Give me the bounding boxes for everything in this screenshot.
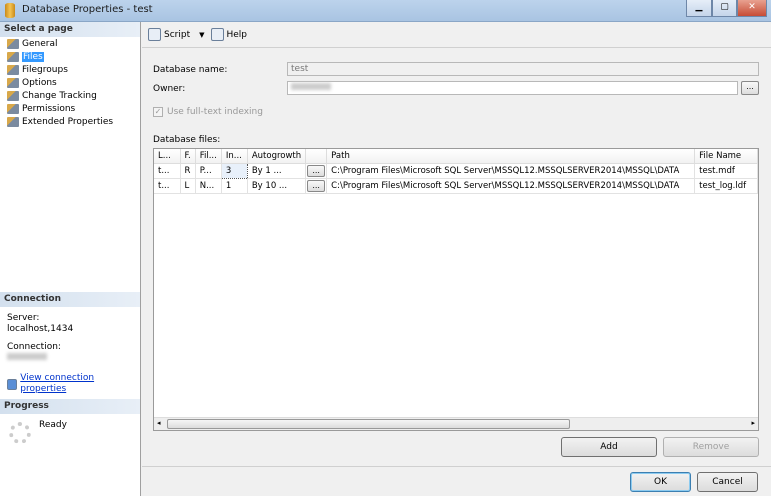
col-file-name[interactable]: File Name bbox=[694, 149, 758, 164]
page-change-tracking[interactable]: Change Tracking bbox=[0, 89, 140, 102]
page-icon bbox=[7, 77, 19, 88]
database-files-label: Database files: bbox=[153, 135, 221, 145]
connection-header: Connection bbox=[0, 292, 140, 307]
connection-properties-icon bbox=[7, 378, 18, 390]
table-row[interactable]: t... R P... 3 By 1 ... ... C:\Program Fi… bbox=[154, 162, 758, 179]
cell-file-type[interactable]: L bbox=[180, 178, 196, 194]
horizontal-scrollbar[interactable]: ◂ ▸ bbox=[154, 417, 758, 430]
files-page: Database name: test Owner: ... ✓ Use full… bbox=[142, 48, 771, 466]
cell-autogrowth[interactable]: By 10 ... bbox=[247, 178, 307, 194]
cell-file-name[interactable]: test_log.ldf bbox=[694, 178, 758, 194]
cell-logical-name[interactable]: t... bbox=[154, 178, 181, 194]
owner-value-redacted bbox=[291, 83, 331, 90]
connection-label: Connection: bbox=[7, 342, 61, 352]
page-icon bbox=[7, 90, 19, 101]
page-extended-properties[interactable]: Extended Properties bbox=[0, 115, 140, 128]
minimize-button[interactable]: ▁ bbox=[686, 0, 712, 17]
page-icon bbox=[7, 51, 19, 62]
remove-button[interactable]: Remove bbox=[663, 437, 759, 457]
cell-filegroup[interactable]: P... bbox=[195, 163, 222, 179]
maximize-button[interactable]: ▢ bbox=[712, 0, 737, 17]
script-icon bbox=[148, 28, 161, 41]
server-value: localhost,1434 bbox=[7, 324, 74, 334]
close-button[interactable]: ✕ bbox=[737, 0, 767, 17]
dialog-footer: OK Cancel bbox=[142, 466, 771, 496]
col-path[interactable]: Path bbox=[326, 149, 696, 164]
left-pane: Select a page General Files Filegroups O… bbox=[0, 22, 141, 496]
scroll-left-icon[interactable]: ◂ bbox=[157, 419, 161, 427]
cell-autogrowth[interactable]: By 1 ... bbox=[247, 163, 307, 179]
page-options[interactable]: Options bbox=[0, 76, 140, 89]
page-icon bbox=[7, 116, 19, 127]
add-button[interactable]: Add bbox=[561, 437, 657, 457]
col-autogrowth-btn bbox=[305, 149, 328, 164]
fulltext-checkbox[interactable]: ✓ Use full-text indexing bbox=[153, 107, 263, 117]
view-connection-properties-link[interactable]: View connection properties bbox=[20, 373, 133, 395]
database-icon bbox=[5, 3, 15, 18]
col-logical-name[interactable]: L... bbox=[154, 149, 181, 164]
cell-path[interactable]: C:\Program Files\Microsoft SQL Server\MS… bbox=[326, 163, 696, 179]
page-icon bbox=[7, 64, 19, 75]
cell-file-name[interactable]: test.mdf bbox=[694, 163, 758, 179]
progress-spinner-icon bbox=[9, 422, 31, 444]
col-filegroup[interactable]: Fil... bbox=[195, 149, 222, 164]
cell-filegroup[interactable]: N... bbox=[195, 178, 222, 194]
help-button[interactable]: Help bbox=[210, 28, 247, 41]
title-bar: Database Properties - test ▁ ▢ ✕ bbox=[0, 0, 771, 22]
progress-status: Ready bbox=[39, 420, 67, 430]
autogrowth-edit-button[interactable]: ... bbox=[307, 179, 326, 192]
cell-file-type[interactable]: R bbox=[180, 163, 196, 179]
table-row[interactable]: t... L N... 1 By 10 ... ... C:\Program F… bbox=[154, 178, 758, 194]
window-title: Database Properties - test bbox=[22, 4, 153, 15]
cell-path[interactable]: C:\Program Files\Microsoft SQL Server\MS… bbox=[326, 178, 696, 194]
page-permissions[interactable]: Permissions bbox=[0, 102, 140, 115]
scroll-right-icon[interactable]: ▸ bbox=[751, 419, 755, 427]
script-button[interactable]: Script ▼ bbox=[148, 28, 205, 41]
owner-label: Owner: bbox=[153, 84, 186, 94]
owner-field[interactable] bbox=[287, 81, 738, 95]
owner-browse-button[interactable]: ... bbox=[741, 81, 759, 95]
cell-initial-size[interactable]: 1 bbox=[221, 178, 248, 194]
connection-value-redacted bbox=[7, 353, 47, 360]
page-files[interactable]: Files bbox=[0, 50, 140, 63]
cell-initial-size[interactable]: 3 bbox=[220, 162, 248, 179]
page-general[interactable]: General bbox=[0, 37, 140, 50]
database-name-field[interactable]: test bbox=[287, 62, 759, 76]
toolbar: Script ▼ Help bbox=[142, 22, 771, 48]
page-icon bbox=[7, 38, 19, 49]
col-autogrowth[interactable]: Autogrowth bbox=[247, 149, 307, 164]
cell-logical-name[interactable]: t... bbox=[154, 163, 181, 179]
col-initial-size[interactable]: In... bbox=[221, 149, 248, 164]
col-file-type[interactable]: F. bbox=[180, 149, 196, 164]
scrollbar-thumb[interactable] bbox=[167, 419, 570, 429]
progress-header: Progress bbox=[0, 399, 140, 414]
chevron-down-icon[interactable]: ▼ bbox=[199, 31, 204, 39]
checkbox-icon: ✓ bbox=[153, 107, 163, 117]
grid-header: L... F. Fil... In... Autogrowth Path Fil… bbox=[154, 149, 758, 164]
autogrowth-edit-button[interactable]: ... bbox=[307, 164, 326, 177]
server-label: Server: bbox=[7, 313, 40, 323]
cancel-button[interactable]: Cancel bbox=[697, 472, 758, 492]
page-list: General Files Filegroups Options Change … bbox=[0, 37, 140, 128]
help-icon bbox=[210, 28, 224, 41]
page-icon bbox=[7, 103, 19, 114]
select-page-header: Select a page bbox=[0, 22, 140, 37]
page-filegroups[interactable]: Filegroups bbox=[0, 63, 140, 76]
database-name-label: Database name: bbox=[153, 65, 228, 75]
database-files-grid[interactable]: L... F. Fil... In... Autogrowth Path Fil… bbox=[153, 148, 759, 431]
ok-button[interactable]: OK bbox=[630, 472, 691, 492]
